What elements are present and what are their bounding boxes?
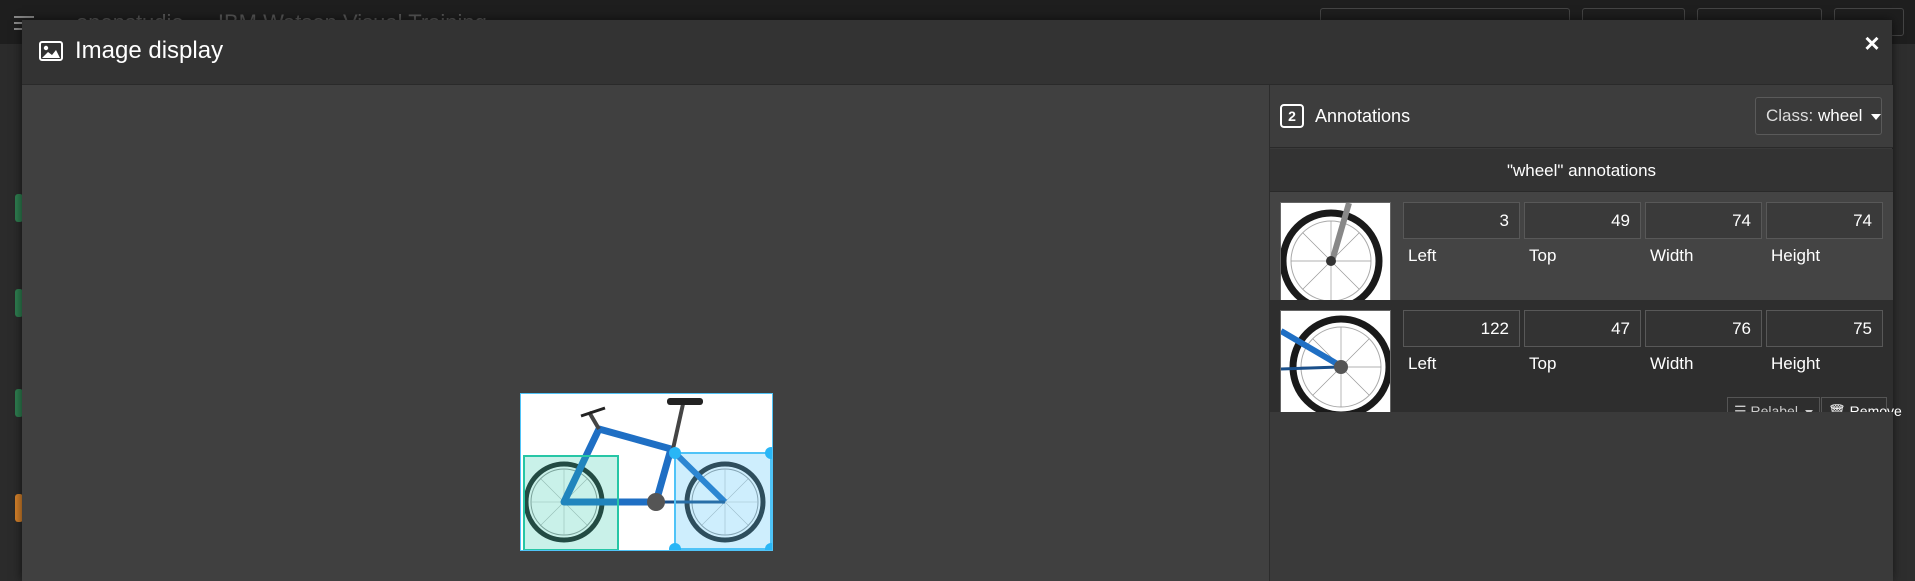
top-label: Top <box>1529 246 1557 265</box>
resize-handle[interactable] <box>669 447 681 459</box>
annotation-box-1[interactable] <box>523 455 619 550</box>
background-right-edge <box>1892 44 1915 581</box>
height-field[interactable]: 74 <box>1766 202 1883 239</box>
modal-title: Image display <box>75 37 224 64</box>
image-display-modal: Image display × 2 Annotations Class: whe… <box>22 20 1902 581</box>
annotation-thumbnail <box>1280 202 1391 313</box>
annotated-image[interactable] <box>520 393 773 551</box>
class-dropdown[interactable]: Class: wheel <box>1755 97 1882 135</box>
image-icon <box>39 41 63 61</box>
annotations-header: 2 Annotations Class: wheel <box>1270 85 1893 148</box>
annotation-row[interactable]: 122 47 76 75 Left Top Width Height ☰ Rel… <box>1270 300 1902 425</box>
annotation-count-badge: 2 <box>1280 104 1304 128</box>
height-label: Height <box>1771 354 1821 373</box>
class-dropdown-prefix: Class: <box>1766 106 1814 125</box>
annotation-box-2[interactable] <box>674 452 772 550</box>
annotations-empty-space <box>1270 412 1893 581</box>
annotation-thumbnail <box>1280 310 1391 421</box>
annotation-row[interactable]: 3 49 74 74 Left Top Width Height <box>1270 192 1893 313</box>
top-field[interactable]: 47 <box>1524 310 1641 347</box>
height-label: Height <box>1771 246 1821 265</box>
top-field[interactable]: 49 <box>1524 202 1641 239</box>
left-label: Left <box>1408 354 1437 373</box>
background-left-list <box>0 44 23 581</box>
wheel-thumbnail-image <box>1281 311 1390 420</box>
width-field[interactable]: 74 <box>1645 202 1762 239</box>
bike-image <box>521 394 772 550</box>
wheel-thumbnail-image <box>1281 203 1390 312</box>
width-field[interactable]: 76 <box>1645 310 1762 347</box>
left-field[interactable]: 3 <box>1403 202 1520 239</box>
width-label: Width <box>1650 246 1694 265</box>
caret-down-icon <box>1871 113 1882 120</box>
left-label: Left <box>1408 246 1437 265</box>
width-label: Width <box>1650 354 1694 373</box>
close-icon[interactable]: × <box>1861 30 1883 56</box>
annotations-title: Annotations <box>1315 106 1411 126</box>
section-heading: "wheel" annotations <box>1270 149 1893 192</box>
height-field[interactable]: 75 <box>1766 310 1883 347</box>
modal-header: Image display × <box>22 20 1892 85</box>
top-label: Top <box>1529 354 1557 373</box>
left-field[interactable]: 122 <box>1403 310 1520 347</box>
annotations-panel: 2 Annotations Class: wheel "wheel" annot… <box>1269 85 1902 581</box>
class-dropdown-value: wheel <box>1817 106 1863 125</box>
image-canvas[interactable] <box>22 85 1269 581</box>
